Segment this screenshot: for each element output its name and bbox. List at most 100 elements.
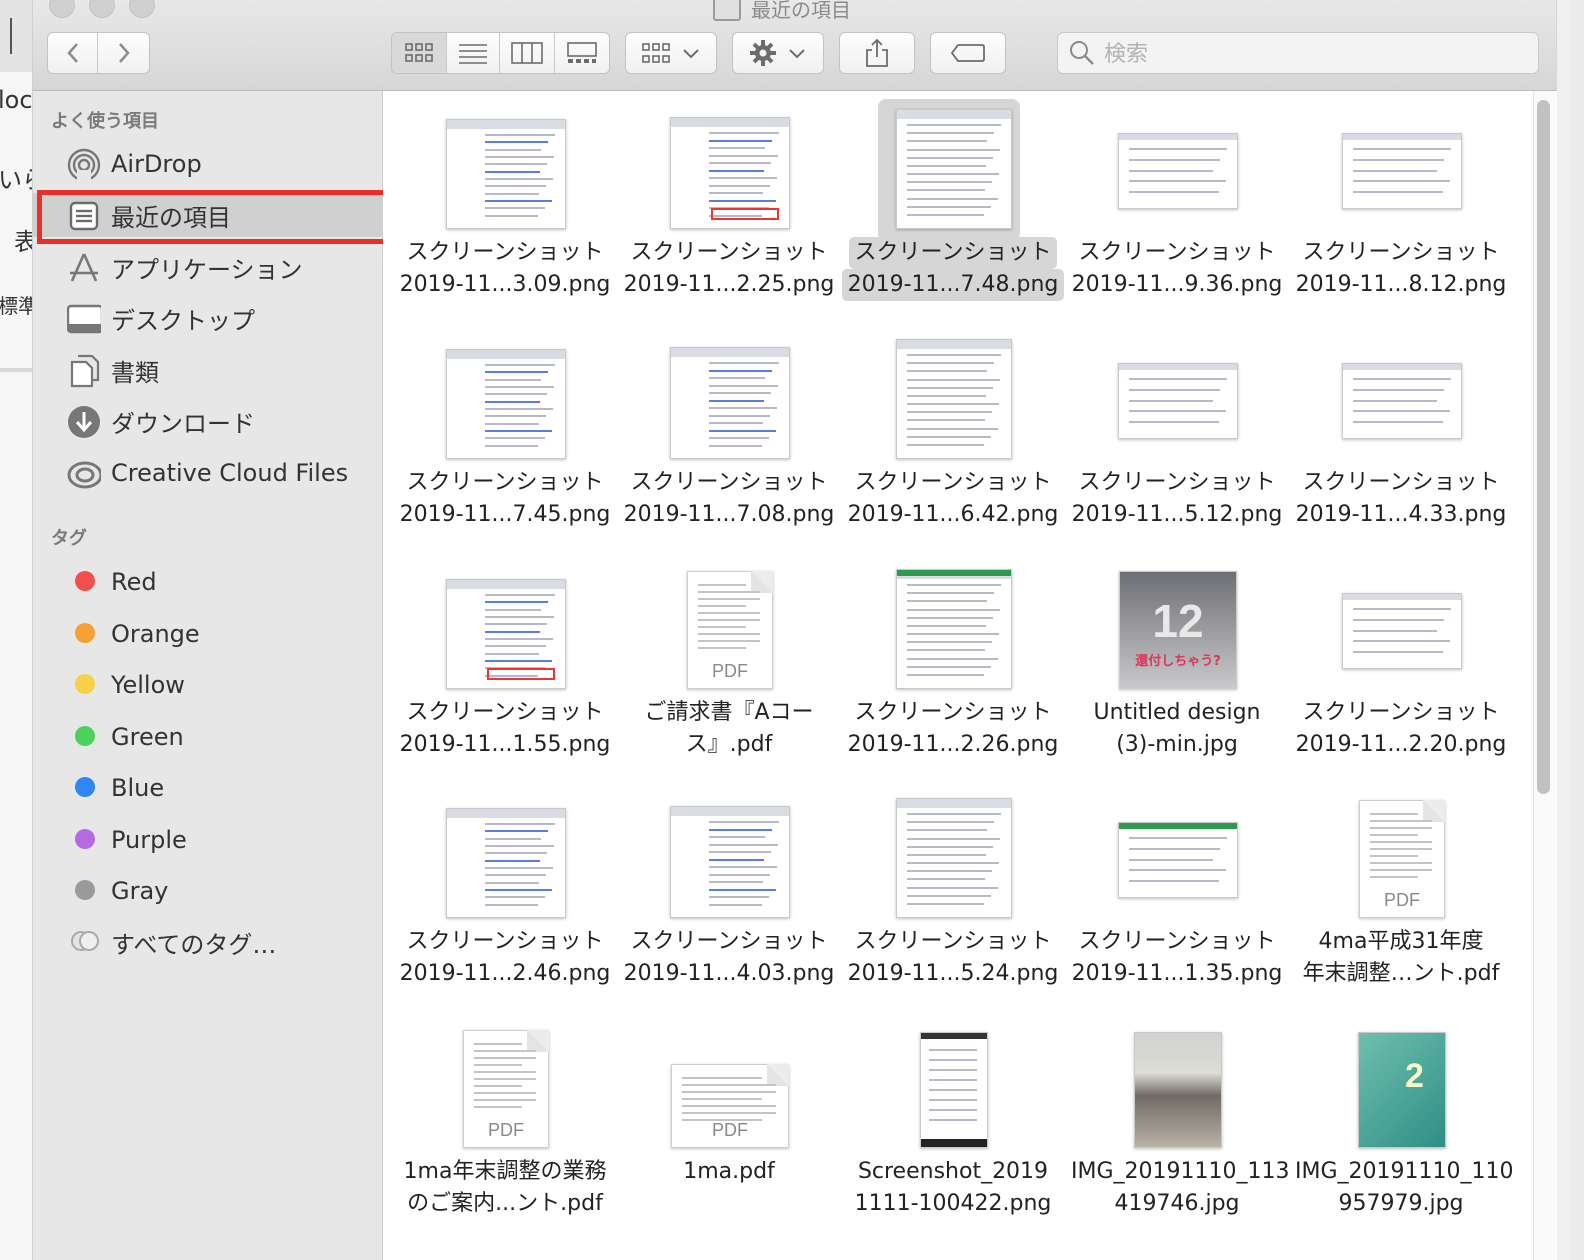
zoom-window-button[interactable]: [129, 0, 155, 18]
screenshot-thumbnail: [1118, 822, 1238, 898]
file-name-line-1: 4ma平成31年度: [1318, 929, 1484, 954]
file-name: スクリーンショット 2019-11...1.55.png: [393, 697, 617, 761]
text-line: [485, 207, 545, 210]
text-line: [907, 443, 984, 446]
sidebar-tag-gray[interactable]: Gray: [33, 869, 382, 913]
navigation-buttons: [47, 32, 150, 74]
text-line: [1129, 399, 1213, 402]
phone-nav-bar: [921, 1139, 987, 1147]
text-line: [485, 830, 548, 833]
sidebar-item-documents[interactable]: 書類: [33, 348, 382, 392]
documents-icon: [67, 354, 101, 388]
file-item[interactable]: IMG_20191110_113 419746.jpg: [1065, 1010, 1290, 1240]
pdf-badge: PDF: [712, 1120, 748, 1140]
file-name-line-1: スクリーンショット: [406, 240, 604, 265]
edit-tags-button[interactable]: [930, 32, 1006, 74]
search-field[interactable]: [1057, 32, 1539, 74]
file-item[interactable]: スクリーンショット 2019-11...7.08.png: [617, 321, 841, 551]
search-input[interactable]: [1102, 39, 1526, 69]
sidebar-item-airdrop[interactable]: AirDrop: [33, 142, 382, 186]
text-line: [907, 584, 1001, 586]
file-item[interactable]: スクリーンショット 2019-11...2.26.png: [841, 551, 1065, 781]
minimize-window-button[interactable]: [89, 0, 115, 18]
screenshot-thumbnail: [896, 569, 1012, 689]
text-line: [485, 378, 541, 381]
file-item[interactable]: スクリーンショット 2019-11...4.33.png: [1289, 321, 1513, 551]
sidebar-item-recents[interactable]: 最近の項目: [33, 193, 382, 237]
file-item[interactable]: PDF 4ma平成31年度 年末調整…ント.pdf: [1289, 780, 1513, 1010]
back-button[interactable]: [48, 33, 99, 73]
text-line: [709, 828, 772, 831]
sidebar-tag-purple[interactable]: Purple: [33, 818, 382, 862]
file-name: Screenshot_2019 1111-100422.png: [841, 1156, 1065, 1220]
forward-button[interactable]: [98, 33, 149, 73]
close-window-button[interactable]: [49, 0, 75, 18]
sidebar-item-applications[interactable]: アプリケーション: [33, 245, 382, 289]
text-line: [907, 197, 998, 200]
text-line: [907, 164, 986, 167]
file-item[interactable]: スクリーンショット 2019-11...9.36.png: [1065, 91, 1289, 321]
sidebar-tag-blue[interactable]: Blue: [33, 766, 382, 810]
text-line: [907, 411, 992, 414]
file-item[interactable]: 12 還付しちゃう? Untitled design (3)-min.jpg: [1065, 551, 1289, 781]
file-item[interactable]: スクリーンショット 2019-11...3.09.png: [393, 91, 617, 321]
file-item[interactable]: スクリーンショット 2019-11...2.46.png: [393, 780, 617, 1010]
file-item[interactable]: スクリーンショット 2019-11...5.12.png: [1065, 321, 1289, 551]
file-item[interactable]: スクリーンショット 2019-11...2.20.png: [1289, 551, 1513, 781]
file-item[interactable]: Screenshot_2019 1111-100422.png: [841, 1010, 1065, 1240]
sidebar-item-creative-cloud-files[interactable]: Creative Cloud Files: [33, 451, 382, 495]
sidebar-tag-green[interactable]: Green: [33, 715, 382, 759]
file-name-line-2: のご案内...ント.pdf: [407, 1191, 603, 1216]
scrollbar-thumb[interactable]: [1537, 100, 1550, 794]
sidebar-item-desktop[interactable]: デスクトップ: [33, 296, 382, 340]
file-name-line-2: 2019-11...2.26.png: [847, 732, 1059, 757]
text-line: [1129, 869, 1226, 872]
file-name-line-1: スクリーンショット: [630, 240, 828, 265]
file-item[interactable]: PDF ご請求書『Aコー ス』.pdf: [617, 551, 841, 781]
column-view-button[interactable]: [500, 33, 555, 73]
file-name-line-2: 2019-11...6.42.png: [847, 502, 1059, 527]
text-line: [1370, 848, 1432, 850]
list-view-button[interactable]: [447, 33, 501, 73]
text-line: [1353, 180, 1450, 183]
text-line: [709, 369, 772, 372]
file-name-line-1: スクリーンショット: [630, 470, 828, 495]
action-menu-button[interactable]: [732, 32, 824, 74]
file-item[interactable]: PDF 1ma年末調整の業務 のご案内...ント.pdf: [393, 1010, 617, 1240]
group-by-button[interactable]: [625, 32, 717, 74]
sidebar-tag-orange[interactable]: Orange: [33, 612, 382, 656]
text-line: [474, 1092, 536, 1094]
file-item[interactable]: スクリーンショット 2019-11...7.48.png: [841, 91, 1065, 321]
thumbnail-toolbar: [447, 580, 565, 589]
text-line: [907, 419, 985, 422]
sidebar-item-downloads[interactable]: ダウンロード: [33, 399, 382, 443]
file-name-line-2: 2019-11...1.55.png: [399, 732, 611, 757]
file-name-line-1: スクリーンショット: [1302, 240, 1500, 265]
file-item[interactable]: スクリーンショット 2019-11...1.55.png: [393, 551, 617, 781]
background-text-3: 表: [14, 222, 32, 257]
applications-icon: [67, 251, 101, 285]
text-line: [485, 645, 546, 648]
file-item[interactable]: スクリーンショット 2019-11...6.42.png: [841, 321, 1065, 551]
sidebar-tag-yellow[interactable]: Yellow: [33, 663, 382, 707]
file-item[interactable]: スクリーンショット 2019-11...5.24.png: [841, 780, 1065, 1010]
share-button[interactable]: [839, 32, 915, 74]
file-item[interactable]: スクリーンショット 2019-11...1.35.png: [1065, 780, 1289, 1010]
text-line: [709, 384, 778, 387]
file-item[interactable]: PDF 1ma.pdf: [617, 1010, 841, 1240]
icon-view-button[interactable]: [392, 33, 447, 73]
window-title-text: 最近の項目: [751, 0, 851, 22]
yellow-tag-dot-icon: [75, 674, 95, 694]
text-line: [907, 633, 999, 635]
text-line: [485, 371, 548, 374]
pdf-badge: PDF: [712, 661, 748, 681]
file-item[interactable]: スクリーンショット 2019-11...2.25.png: [617, 91, 841, 321]
sidebar-all-tags[interactable]: すべてのタグ…: [33, 920, 382, 964]
file-item[interactable]: スクリーンショット 2019-11...4.03.png: [617, 780, 841, 1010]
gallery-view-button[interactable]: [555, 33, 609, 73]
sidebar-tag-red[interactable]: Red: [33, 560, 382, 604]
file-item[interactable]: 2 IMG_20191110_110 957979.jpg: [1289, 1010, 1514, 1240]
file-name-line-1: スクリーンショット: [1302, 470, 1500, 495]
file-item[interactable]: スクリーンショット 2019-11...8.12.png: [1289, 91, 1513, 321]
file-item[interactable]: スクリーンショット 2019-11...7.45.png: [393, 321, 617, 551]
